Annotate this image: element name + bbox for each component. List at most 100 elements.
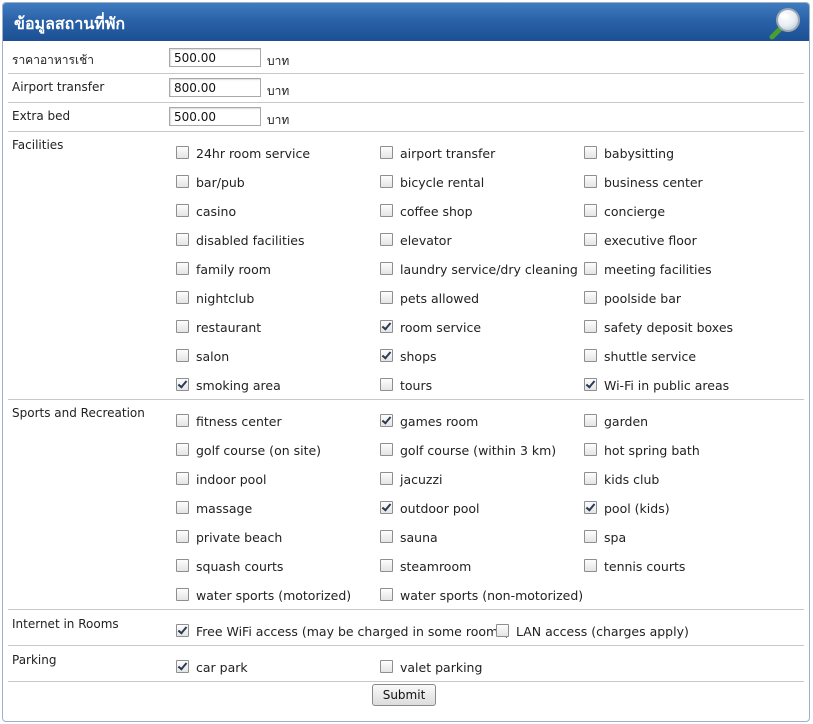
extra-bed-price-label: Extra bed [12, 109, 71, 123]
checkbox[interactable] [176, 588, 189, 601]
checkbox[interactable] [584, 262, 597, 275]
checkbox-label: concierge [604, 204, 666, 219]
checkbox[interactable] [176, 349, 189, 362]
checkbox-label: shuttle service [604, 349, 697, 364]
checkbox[interactable] [584, 146, 597, 159]
checkbox[interactable] [584, 378, 597, 391]
checkbox[interactable] [584, 559, 597, 572]
checkbox[interactable] [380, 414, 393, 427]
checkbox[interactable] [176, 146, 189, 159]
checkbox[interactable] [584, 175, 597, 188]
checkbox-label: 24hr room service [196, 146, 311, 161]
checkbox[interactable] [176, 501, 189, 514]
checkbox-label: tours [400, 378, 433, 393]
submit-button[interactable]: Submit [372, 684, 436, 706]
checkbox[interactable] [584, 349, 597, 362]
checkbox[interactable] [380, 233, 393, 246]
checkbox[interactable] [584, 443, 597, 456]
checkbox-label: poolside bar [604, 291, 682, 306]
checkbox[interactable] [584, 204, 597, 217]
checkbox[interactable] [176, 530, 189, 543]
checkbox-label: fitness center [196, 414, 282, 429]
checkbox[interactable] [176, 660, 189, 673]
checkbox-label: garden [604, 414, 649, 429]
facilities-label: Facilities [12, 138, 64, 152]
sports-section: Sports and Recreation fitness center game… [8, 400, 804, 610]
checkbox[interactable] [380, 146, 393, 159]
checkbox-label: tennis courts [604, 559, 686, 574]
checkbox-label: nightclub [196, 291, 255, 306]
checkbox[interactable] [176, 559, 189, 572]
checkbox-label: laundry service/dry cleaning [400, 262, 578, 277]
checkbox-label: valet parking [400, 660, 483, 675]
checkbox-label: squash courts [196, 559, 284, 574]
checkbox-label: Free WiFi access (may be charged in some… [196, 624, 510, 639]
checkbox-label: disabled facilities [196, 233, 305, 248]
extra-bed-price-unit: บาท [267, 113, 290, 127]
checkbox[interactable] [584, 414, 597, 427]
checkbox[interactable] [176, 262, 189, 275]
checkbox[interactable] [380, 501, 393, 514]
checkbox-label: games room [400, 414, 479, 429]
checkbox[interactable] [176, 472, 189, 485]
checkbox-label: sauna [400, 530, 438, 545]
checkbox[interactable] [584, 291, 597, 304]
sports-label: Sports and Recreation [12, 406, 145, 420]
checkbox[interactable] [176, 320, 189, 333]
checkbox-label: shops [400, 349, 437, 364]
internet-label: Internet in Rooms [12, 617, 119, 631]
breakfast-price-unit: บาท [267, 54, 290, 68]
checkbox[interactable] [380, 320, 393, 333]
checkbox-label: elevator [400, 233, 452, 248]
checkbox[interactable] [176, 175, 189, 188]
hotel-info-panel: ข้อมูลสถานที่พัก ราคาอาหารเช้า บาท Airpo… [2, 2, 810, 722]
checkbox[interactable] [584, 472, 597, 485]
checkbox[interactable] [380, 660, 393, 673]
checkbox[interactable] [584, 320, 597, 333]
checkbox[interactable] [380, 291, 393, 304]
checkbox-label: car park [196, 660, 248, 675]
checkbox[interactable] [496, 624, 509, 637]
airport-transfer-price-row: Airport transfer บาท [8, 74, 804, 103]
breakfast-price-row: ราคาอาหารเช้า บาท [8, 42, 804, 74]
checkbox[interactable] [380, 349, 393, 362]
checkbox-label: golf course (within 3 km) [400, 443, 557, 458]
checkbox[interactable] [176, 233, 189, 246]
checkbox-label: airport transfer [400, 146, 496, 161]
checkbox-label: massage [196, 501, 253, 516]
checkbox[interactable] [380, 378, 393, 391]
checkbox[interactable] [176, 443, 189, 456]
checkbox[interactable] [176, 414, 189, 427]
checkbox[interactable] [584, 233, 597, 246]
parking-section: Parking car park valet parking [8, 646, 804, 682]
airport-transfer-price-input[interactable] [169, 78, 261, 97]
checkbox-label: kids club [604, 472, 660, 487]
checkbox-label: babysitting [604, 146, 675, 161]
checkbox[interactable] [176, 291, 189, 304]
extra-bed-price-input[interactable] [169, 107, 261, 126]
panel-title: ข้อมูลสถานที่พัก [14, 14, 126, 33]
checkbox[interactable] [584, 530, 597, 543]
checkbox[interactable] [176, 624, 189, 637]
checkbox[interactable] [380, 472, 393, 485]
checkbox[interactable] [380, 588, 393, 601]
checkbox-label: bicycle rental [400, 175, 485, 190]
checkbox-label: restaurant [196, 320, 262, 335]
magnifier-icon[interactable] [769, 6, 803, 40]
parking-label: Parking [12, 653, 57, 667]
checkbox[interactable] [380, 175, 393, 188]
checkbox-label: coffee shop [400, 204, 473, 219]
checkbox[interactable] [380, 204, 393, 217]
extra-bed-price-row: Extra bed บาท [8, 103, 804, 132]
checkbox-label: room service [400, 320, 482, 335]
checkbox[interactable] [380, 530, 393, 543]
checkbox[interactable] [176, 204, 189, 217]
breakfast-price-input[interactable] [169, 48, 261, 67]
checkbox[interactable] [584, 501, 597, 514]
checkbox-label: pets allowed [400, 291, 480, 306]
checkbox[interactable] [176, 378, 189, 391]
airport-transfer-price-unit: บาท [267, 84, 290, 98]
checkbox[interactable] [380, 443, 393, 456]
checkbox[interactable] [380, 559, 393, 572]
checkbox[interactable] [380, 262, 393, 275]
